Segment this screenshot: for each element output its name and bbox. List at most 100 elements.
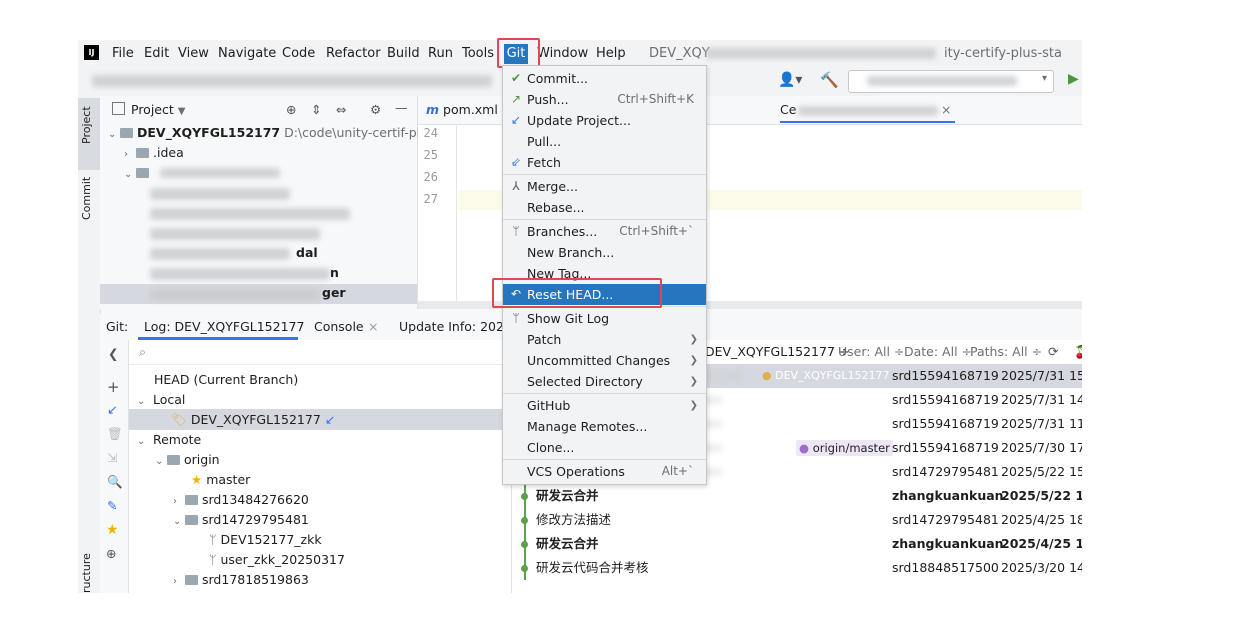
star-icon[interactable]: ★ <box>106 522 119 538</box>
refresh-icon[interactable]: ⟳ <box>1048 344 1058 359</box>
tool-tab-project[interactable]: Project <box>80 106 93 144</box>
branch-head[interactable]: HEAD (Current Branch) <box>154 370 298 390</box>
menu-help[interactable]: Help <box>596 46 626 61</box>
commit-date: 2025/4/25 18: <box>1001 536 1082 551</box>
tool-tab-commit[interactable]: Commit <box>80 177 93 220</box>
tab-git-log[interactable]: Log: DEV_XQYFGL152177 <box>144 317 304 337</box>
menu-refactor[interactable]: Refactor <box>326 46 381 61</box>
menu-item-fetch[interactable]: ⇙ Fetch <box>503 152 706 173</box>
log-row[interactable]: 修改方法描述 srd14729795481 2025/4/25 18: <box>512 508 1082 532</box>
log-row[interactable]: 研发云代码合并考核 srd18848517500 2025/3/20 14: <box>512 556 1082 580</box>
log-row[interactable]: 研发云合并 zhangkuankuan2025/5/22 15: <box>512 484 1082 508</box>
branch-sub2[interactable]: ᛘ user_zkk_20250317 <box>209 550 345 570</box>
menu-item-selected-directory[interactable]: Selected Directory ❯ <box>503 371 706 392</box>
compare-icon[interactable]: ⇲ <box>107 450 117 465</box>
menu-item-rebase[interactable]: Rebase... <box>503 197 706 218</box>
close-icon[interactable]: × <box>941 102 951 117</box>
menu-item-new-branch[interactable]: New Branch... <box>503 242 706 263</box>
menu-edit[interactable]: Edit <box>144 46 169 61</box>
log-row[interactable]: 研发云合并 zhangkuankuan2025/4/25 18: <box>512 532 1082 556</box>
chevron-down-icon: ⌄ <box>173 516 182 527</box>
chevron-left-icon[interactable]: ❮ <box>108 346 118 361</box>
tree-item-idea[interactable]: › .idea <box>124 143 184 163</box>
fetch-icon: ⇙ <box>510 155 522 169</box>
menu-file[interactable]: File <box>112 46 134 61</box>
branch-group-origin[interactable]: ⌄ origin <box>155 450 220 470</box>
tree-item-partial-dal[interactable]: dal <box>296 243 318 263</box>
branch-folder-srd3[interactable]: › srd17818519863 <box>173 570 309 590</box>
chevron-down-icon: ▼ <box>177 106 186 117</box>
tab-update-info[interactable]: Update Info: 2025 <box>399 317 512 337</box>
branch-folder-srd2[interactable]: ⌄ srd14729795481 <box>173 510 309 530</box>
delete-icon[interactable]: 🗑 <box>107 426 123 442</box>
filter-branch[interactable]: DEV_XQYFGL152177 ÷ <box>705 342 849 362</box>
hide-icon[interactable]: — <box>395 100 408 115</box>
commit-author: srd14729795481 <box>892 512 999 527</box>
menu-item-manage-remotes[interactable]: Manage Remotes... <box>503 416 706 437</box>
blurred-tree-item <box>150 289 320 301</box>
tree-item-module[interactable]: ⌄ <box>124 163 153 183</box>
line-number: 25 <box>423 148 438 162</box>
search-icon[interactable]: 🔍 <box>107 474 123 490</box>
close-icon[interactable]: × <box>368 319 378 334</box>
menu-tools[interactable]: Tools <box>462 46 494 61</box>
project-header[interactable]: Project ▼ <box>112 100 185 120</box>
tool-tab-structure[interactable]: ructure <box>80 553 93 593</box>
menu-item-github[interactable]: GitHub ❯ <box>503 395 706 416</box>
run-play-icon[interactable]: ▶ <box>1068 71 1079 87</box>
menu-item-uncommitted-changes[interactable]: Uncommitted Changes ❯ <box>503 350 706 371</box>
branch-group-local[interactable]: ⌄ Local <box>137 390 185 410</box>
tree-item-partial-ger[interactable]: ger <box>322 283 346 303</box>
collapse-all-icon[interactable]: ⇔ <box>336 102 346 117</box>
root-name: DEV_XQYFGL152177 <box>137 125 281 140</box>
commit-message: 修改方法描述 <box>536 512 612 527</box>
chevron-down-icon: ⌄ <box>108 129 117 140</box>
menu-item-update-project[interactable]: ↙ Update Project... <box>503 110 706 131</box>
add-icon[interactable]: + <box>107 378 120 396</box>
menu-view[interactable]: View <box>178 46 209 61</box>
menu-build[interactable]: Build <box>387 46 420 61</box>
locate-icon[interactable]: ⊕ <box>286 102 296 117</box>
run-configuration-select[interactable]: ▾ <box>848 70 1054 93</box>
search-icon: ⌕ <box>139 344 147 359</box>
filter-paths[interactable]: Paths: All ÷ <box>970 342 1042 362</box>
commit-date: 2025/7/30 17: <box>1001 440 1082 455</box>
menu-item-commit[interactable]: ✔ Commit... <box>503 68 706 89</box>
menu-navigate[interactable]: Navigate <box>218 46 276 61</box>
filter-date[interactable]: Date: All ÷ <box>904 342 972 362</box>
branch-sub1[interactable]: ᛘ DEV152177_zkk <box>209 530 322 550</box>
menu-item-show-git-log[interactable]: ᛘ Show Git Log <box>503 308 706 329</box>
menu-run[interactable]: Run <box>428 46 453 61</box>
cherry-pick-icon[interactable]: 🍒 <box>1074 344 1082 360</box>
branch-search[interactable]: ⌕ <box>129 340 511 365</box>
menu-window[interactable]: Window <box>537 46 588 61</box>
edit-icon[interactable]: ✎ <box>107 498 117 513</box>
chevron-down-icon: ⌄ <box>124 169 133 180</box>
expand-all-icon[interactable]: ⇕ <box>311 102 321 117</box>
branch-master[interactable]: ★ master <box>191 470 250 490</box>
update-arrow-icon[interactable]: ↙ <box>107 402 117 417</box>
commit-node <box>521 565 528 572</box>
menu-item-pull[interactable]: Pull... <box>503 131 706 152</box>
branch-local-current[interactable]: 🏷 DEV_XQYFGL152177 ↙ <box>171 410 335 430</box>
tree-item-partial-n[interactable]: n <box>330 263 339 283</box>
branch-folder-srd1[interactable]: › srd13484276620 <box>173 490 309 510</box>
user-icon[interactable]: 👤▾ <box>778 72 802 88</box>
update-arrow-icon: ↙ <box>510 113 522 127</box>
menu-item-push[interactable]: ↗ Push... Ctrl+Shift+K <box>503 89 706 110</box>
tree-root[interactable]: ⌄ DEV_XQYFGL152177 D:\code\unity-certif-p… <box>108 123 439 143</box>
menu-item-branches[interactable]: ᛘ Branches... Ctrl+Shift+` <box>503 221 706 242</box>
menu-item-vcs-operations[interactable]: VCS Operations Alt+` <box>503 461 706 482</box>
menu-code[interactable]: Code <box>282 46 315 61</box>
tab-console[interactable]: Console <box>314 317 364 337</box>
settings-icon[interactable]: ⊕ <box>106 546 116 561</box>
menu-item-merge[interactable]: ⅄ Merge... <box>503 176 706 197</box>
tab-pom-xml[interactable]: m pom.xml <box>426 100 498 120</box>
filter-user[interactable]: User: All ÷ <box>838 342 904 362</box>
build-hammer-icon[interactable]: 🔨 <box>820 71 839 89</box>
branch-group-remote[interactable]: ⌄ Remote <box>137 430 201 450</box>
settings-gear-icon[interactable]: ⚙ <box>370 102 381 117</box>
tab-partial[interactable]: Ce <box>780 100 796 120</box>
menu-item-patch[interactable]: Patch ❯ <box>503 329 706 350</box>
menu-item-clone[interactable]: Clone... <box>503 437 706 458</box>
